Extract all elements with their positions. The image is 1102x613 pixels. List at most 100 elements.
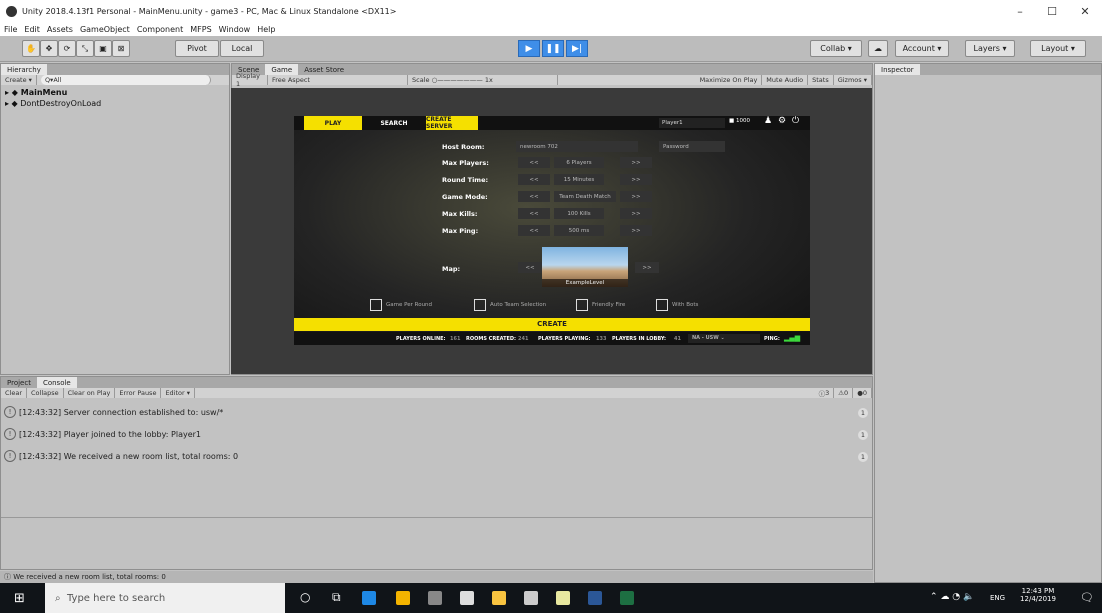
hierarchy-search[interactable]: Q▾All [40, 75, 211, 85]
checkbox-game-per-round[interactable] [370, 299, 382, 311]
clock[interactable]: 12:43 PM 12/4/2019 [1018, 587, 1058, 603]
gizmos-dropdown[interactable]: Gizmos ▾ [834, 75, 872, 85]
power-icon[interactable]: ⏻ [792, 116, 799, 126]
collab-dropdown[interactable]: Collab ▾ [810, 40, 862, 57]
round-time-prev[interactable]: << [518, 174, 550, 185]
max-kills-prev[interactable]: << [518, 208, 550, 219]
editor-dropdown[interactable]: Editor ▾ [161, 388, 196, 398]
tab-play[interactable]: PLAY [304, 116, 362, 130]
cloud-icon[interactable]: ☁ [868, 40, 888, 57]
rotate-tool-icon[interactable]: ⟳ [58, 40, 76, 57]
local-toggle[interactable]: Local [220, 40, 264, 57]
console-log-entry[interactable]: [12:43:32] Player joined to the lobby: P… [19, 430, 201, 439]
settings-icon[interactable]: ⚙ [778, 116, 786, 126]
map-prev[interactable]: << [518, 262, 542, 273]
scale-tool-icon[interactable]: ⤡ [76, 40, 94, 57]
tab-create-server[interactable]: CREATE SERVER [426, 116, 478, 130]
create-button[interactable]: CREATE [294, 318, 810, 331]
max-kills-next[interactable]: >> [620, 208, 652, 219]
tab-asset-store[interactable]: Asset Store [298, 64, 350, 75]
aspect-dropdown[interactable]: Free Aspect [268, 75, 408, 85]
language-indicator[interactable]: ENG [990, 594, 1005, 602]
excel-icon[interactable] [620, 591, 634, 605]
error-count[interactable]: ● 0 [853, 388, 872, 398]
checkbox-auto-team[interactable] [474, 299, 486, 311]
host-room-input[interactable]: newroom 702 [516, 141, 638, 152]
edge-icon[interactable] [362, 591, 376, 605]
clear-button[interactable]: Clear [1, 388, 27, 398]
play-button[interactable]: ▶ [518, 40, 540, 57]
tab-hierarchy[interactable]: Hierarchy [1, 64, 47, 75]
maximize-button[interactable]: ☐ [1037, 0, 1067, 22]
tab-project[interactable]: Project [1, 377, 37, 388]
menu-file[interactable]: File [4, 25, 17, 34]
tray-icons[interactable]: ⌃ ☁ ◔ 🔈 [930, 592, 974, 602]
menu-help[interactable]: Help [257, 25, 275, 34]
max-players-prev[interactable]: << [518, 157, 550, 168]
hierarchy-item-dontdestroy[interactable]: ▸ ◆ DontDestroyOnLoad [5, 99, 101, 108]
unity-taskbar-icon[interactable] [460, 591, 474, 605]
app-icon[interactable] [396, 591, 410, 605]
friends-icon[interactable]: ♟ [764, 116, 772, 126]
region-dropdown[interactable]: NA - USW ⌄ [688, 334, 760, 343]
stats-toggle[interactable]: Stats [808, 75, 834, 85]
create-dropdown[interactable]: Create ▾ [1, 75, 37, 85]
maximize-on-play-toggle[interactable]: Maximize On Play [696, 75, 763, 85]
round-time-next[interactable]: >> [620, 174, 652, 185]
notification-icon[interactable]: 🗨 [1080, 591, 1094, 604]
minimize-button[interactable]: – [1005, 0, 1035, 22]
warning-count[interactable]: ⚠ 0 [834, 388, 854, 398]
console-log-entry[interactable]: [12:43:32] We received a new room list, … [19, 452, 238, 461]
player-name-field[interactable]: Player1 [659, 118, 725, 128]
mail-icon[interactable] [524, 591, 538, 605]
info-count[interactable]: ⓘ 3 [815, 388, 835, 398]
step-button[interactable]: ▶| [566, 40, 588, 57]
account-dropdown[interactable]: Account ▾ [895, 40, 949, 57]
transform-tool-icon[interactable]: ⊠ [112, 40, 130, 57]
hand-tool-icon[interactable]: ✋ [22, 40, 40, 57]
max-players-next[interactable]: >> [620, 157, 652, 168]
game-mode-next[interactable]: >> [620, 191, 652, 202]
close-button[interactable]: ✕ [1070, 0, 1100, 22]
menu-mfps[interactable]: MFPS [190, 25, 211, 34]
checkbox-with-bots[interactable] [656, 299, 668, 311]
max-ping-prev[interactable]: << [518, 225, 550, 236]
task-view-icon[interactable]: ⧉ [332, 590, 341, 605]
pause-button[interactable]: ❚❚ [542, 40, 564, 57]
file-explorer-icon[interactable] [492, 591, 506, 605]
menu-assets[interactable]: Assets [47, 25, 73, 34]
tab-console[interactable]: Console [36, 377, 77, 388]
visual-studio-icon[interactable] [588, 591, 602, 605]
error-pause-button[interactable]: Error Pause [115, 388, 162, 398]
hierarchy-item-mainmenu[interactable]: ▸ ◆ MainMenu [5, 88, 67, 97]
collapse-button[interactable]: Collapse [27, 388, 64, 398]
layout-dropdown[interactable]: Layout ▾ [1030, 40, 1086, 57]
pivot-toggle[interactable]: Pivot [175, 40, 219, 57]
game-mode-prev[interactable]: << [518, 191, 550, 202]
notes-icon[interactable] [556, 591, 570, 605]
max-ping-next[interactable]: >> [620, 225, 652, 236]
clear-on-play-button[interactable]: Clear on Play [64, 388, 116, 398]
checkbox-friendly-fire[interactable] [576, 299, 588, 311]
console-log-entry[interactable]: [12:43:32] Server connection established… [19, 408, 223, 417]
scale-slider[interactable]: Scale ○——————— 1x [408, 75, 558, 85]
mute-audio-toggle[interactable]: Mute Audio [762, 75, 809, 85]
display-dropdown[interactable]: Display 1 [232, 72, 268, 88]
store-icon[interactable] [428, 591, 442, 605]
menu-bar: File Edit Assets GameObject Component MF… [0, 22, 1102, 36]
menu-window[interactable]: Window [219, 25, 251, 34]
tab-game[interactable]: Game [265, 64, 299, 75]
password-input[interactable]: Password [659, 141, 725, 152]
cortana-icon[interactable]: ○ [300, 590, 310, 604]
layers-dropdown[interactable]: Layers ▾ [965, 40, 1015, 57]
windows-start-icon[interactable]: ⊞ [14, 591, 25, 606]
menu-edit[interactable]: Edit [24, 25, 40, 34]
tab-inspector[interactable]: Inspector [875, 64, 920, 75]
move-tool-icon[interactable]: ✥ [40, 40, 58, 57]
menu-gameobject[interactable]: GameObject [80, 25, 130, 34]
tab-search[interactable]: SEARCH [364, 116, 424, 130]
map-next[interactable]: >> [635, 262, 659, 273]
rect-tool-icon[interactable]: ▣ [94, 40, 112, 57]
menu-component[interactable]: Component [137, 25, 183, 34]
taskbar-search[interactable]: ⌕ Type here to search [45, 583, 285, 613]
